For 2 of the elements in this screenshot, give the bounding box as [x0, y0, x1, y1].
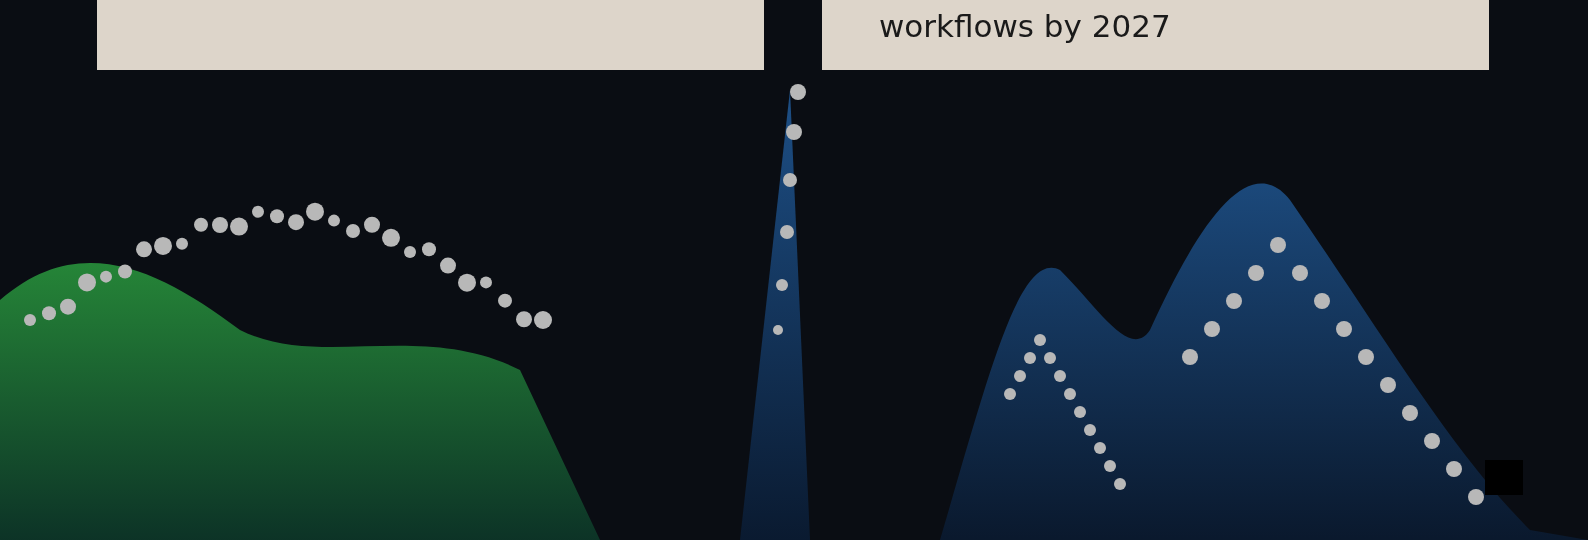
dark-square [1485, 460, 1523, 495]
card-text: workflows by 2027 [879, 8, 1171, 44]
